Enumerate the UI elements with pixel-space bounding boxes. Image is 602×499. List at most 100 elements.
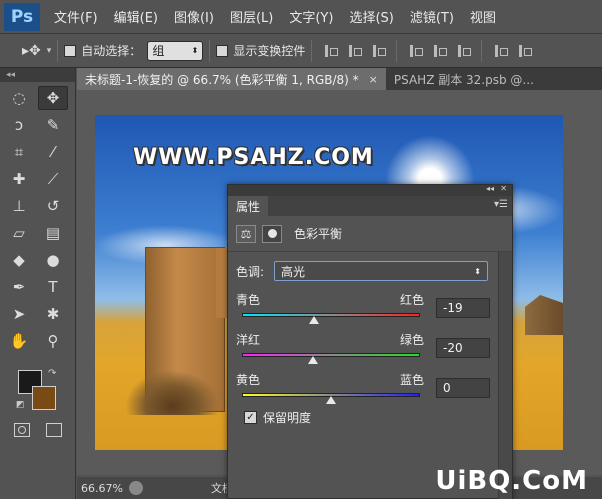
slider-left-label: 洋红 (236, 333, 261, 347)
tools-panel: ◂◂ ◌ ✥ ↄ ✎ ⌗ ⁄ ✚ ⟋ ⊥ ↺ ▱ ▤ ◆ ● ✒ T ➤ ✱ ✋… (0, 68, 76, 499)
layer-mask-icon[interactable] (262, 224, 282, 243)
slider-cyan-red: 青色 红色 -19 (236, 291, 506, 331)
align-top-icon[interactable] (323, 44, 339, 58)
pen-tool-icon[interactable]: ✒ (4, 275, 34, 299)
distribute-top-icon[interactable] (493, 44, 509, 58)
hand-tool-icon[interactable]: ✋ (4, 329, 34, 353)
preserve-luminosity-row: ✓ 保留明度 (244, 409, 311, 426)
separator (396, 39, 398, 62)
site-watermark-logo: UiBQ.CoM (435, 466, 588, 496)
brush-tool-icon[interactable]: ⟋ (38, 167, 68, 191)
tab-psahz-copy[interactable]: PSAHZ 副本 32.psb @... (386, 68, 542, 90)
collapse-icon[interactable]: ◂◂ (486, 184, 494, 193)
dry-grass (125, 370, 220, 415)
menu-view[interactable]: 视图 (462, 7, 504, 26)
marquee-tool-icon[interactable]: ◌ (4, 86, 34, 110)
slider-thumb[interactable] (326, 396, 336, 404)
menu-select[interactable]: 选择(S) (341, 7, 401, 26)
slider-right-label: 红色 (400, 293, 425, 307)
slider-left-label: 青色 (236, 293, 261, 307)
tab-label: 未标题-1-恢复的 @ 66.7% (色彩平衡 1, RGB/8) * (85, 72, 359, 87)
align-right-icon[interactable] (456, 44, 472, 58)
shape-tool-icon[interactable]: ✱ (38, 302, 68, 326)
slider-thumb[interactable] (308, 356, 319, 364)
align-left-icon[interactable] (408, 44, 424, 58)
panel-titlebar[interactable]: ◂◂ ✕ (228, 184, 512, 196)
options-bar: ▸✥ ▾ 自动选择： 组 ⬍ 显示变换控件 (0, 34, 602, 68)
zoom-tool-icon[interactable]: ⚲ (38, 329, 68, 353)
slider-value-input[interactable]: 0 (436, 378, 490, 398)
crop-tool-icon[interactable]: ⌗ (4, 140, 34, 164)
panel-scrollbar[interactable] (498, 252, 512, 499)
type-tool-icon[interactable]: T (38, 275, 68, 299)
quick-mask-icon[interactable] (14, 423, 30, 437)
lasso-tool-icon[interactable]: ↄ (4, 113, 34, 137)
slider-value-input[interactable]: -19 (436, 298, 490, 318)
menu-filter[interactable]: 滤镜(T) (402, 7, 462, 26)
auto-select-value: 组 (152, 44, 165, 58)
dodge-tool-icon[interactable]: ● (38, 248, 68, 272)
balance-scale-icon[interactable]: ⚖ (236, 224, 256, 243)
align-bottom-icon[interactable] (371, 44, 387, 58)
distant-rock (525, 295, 563, 335)
tone-row: 色调: 高光 ⬍ (236, 261, 488, 281)
auto-select-dropdown[interactable]: 组 ⬍ (147, 40, 204, 61)
close-icon[interactable]: × (369, 73, 378, 86)
slider-right-label: 蓝色 (400, 373, 425, 387)
show-transform-checkbox[interactable] (216, 44, 229, 57)
quick-select-tool-icon[interactable]: ✎ (38, 113, 68, 137)
background-color-swatch[interactable] (32, 386, 56, 410)
separator (311, 39, 313, 62)
menu-layer[interactable]: 图层(L) (222, 7, 281, 26)
swap-colors-icon[interactable]: ↷ (48, 368, 56, 379)
slider-thumb[interactable] (309, 316, 320, 324)
path-select-tool-icon[interactable]: ➤ (4, 302, 34, 326)
eyedropper-tool-icon[interactable]: ⁄ (38, 140, 68, 164)
healing-brush-tool-icon[interactable]: ✚ (4, 167, 34, 191)
align-hcenter-icon[interactable] (432, 44, 448, 58)
history-brush-tool-icon[interactable]: ↺ (38, 194, 68, 218)
slider-value-input[interactable]: -20 (436, 338, 490, 358)
distribute-vcenter-icon[interactable] (517, 44, 533, 58)
stamp-tool-icon[interactable]: ⊥ (4, 194, 34, 218)
menu-type[interactable]: 文字(Y) (281, 7, 341, 26)
app-logo: Ps (4, 2, 40, 31)
align-vcenter-icon[interactable] (347, 44, 363, 58)
slider-track[interactable] (242, 353, 420, 357)
properties-panel: ◂◂ ✕ 属性 ▾☰ ⚖ 色彩平衡 色调: 高光 ⬍ 青色 红色 -19 洋红 … (227, 184, 513, 499)
preserve-luminosity-checkbox[interactable]: ✓ (244, 411, 257, 424)
tab-untitled-1[interactable]: 未标题-1-恢复的 @ 66.7% (色彩平衡 1, RGB/8) * × (77, 68, 386, 90)
menu-image[interactable]: 图像(I) (166, 7, 222, 26)
move-tool-icon[interactable]: ✥ (38, 86, 68, 110)
toolbar-collapse[interactable]: ◂◂ (0, 68, 75, 82)
show-transform-label: 显示变换控件 (233, 44, 306, 58)
preset-dropdown-icon[interactable]: ▾ (47, 46, 52, 56)
updown-icon: ⬍ (474, 266, 481, 276)
tone-dropdown[interactable]: 高光 ⬍ (274, 261, 488, 281)
menu-bar: Ps 文件(F) 编辑(E) 图像(I) 图层(L) 文字(Y) 选择(S) 滤… (0, 0, 602, 34)
status-info-icon[interactable] (129, 481, 143, 495)
slider-magenta-green: 洋红 绿色 -20 (236, 331, 506, 371)
panel-menu-icon[interactable]: ▾☰ (494, 199, 508, 210)
menu-items: 文件(F) 编辑(E) 图像(I) 图层(L) 文字(Y) 选择(S) 滤镜(T… (46, 7, 504, 26)
panel-tabs: 属性 ▾☰ (228, 196, 512, 216)
close-icon[interactable]: ✕ (500, 184, 507, 193)
separator (57, 39, 59, 62)
tab-properties[interactable]: 属性 (228, 196, 269, 216)
slider-yellow-blue: 黄色 蓝色 0 (236, 371, 506, 411)
preserve-luminosity-label: 保留明度 (263, 411, 312, 425)
eraser-tool-icon[interactable]: ▱ (4, 221, 34, 245)
menu-edit[interactable]: 编辑(E) (106, 7, 166, 26)
document-tabs: 未标题-1-恢复的 @ 66.7% (色彩平衡 1, RGB/8) * × PS… (77, 68, 602, 90)
slider-right-label: 绿色 (400, 333, 425, 347)
slider-track[interactable] (242, 313, 420, 317)
menu-file[interactable]: 文件(F) (46, 7, 106, 26)
auto-select-checkbox[interactable] (64, 44, 77, 57)
screen-mode-icon[interactable] (46, 423, 62, 437)
tool-grid: ◌ ✥ ↄ ✎ ⌗ ⁄ ✚ ⟋ ⊥ ↺ ▱ ▤ ◆ ● ✒ T ➤ ✱ ✋ ⚲ (0, 82, 75, 356)
gradient-tool-icon[interactable]: ▤ (38, 221, 68, 245)
move-tool-preset-icon[interactable]: ▸✥ (22, 43, 41, 59)
blur-tool-icon[interactable]: ◆ (4, 248, 34, 272)
default-colors-icon[interactable]: ◩ (16, 400, 25, 410)
zoom-level[interactable]: 66.67% (77, 482, 129, 495)
